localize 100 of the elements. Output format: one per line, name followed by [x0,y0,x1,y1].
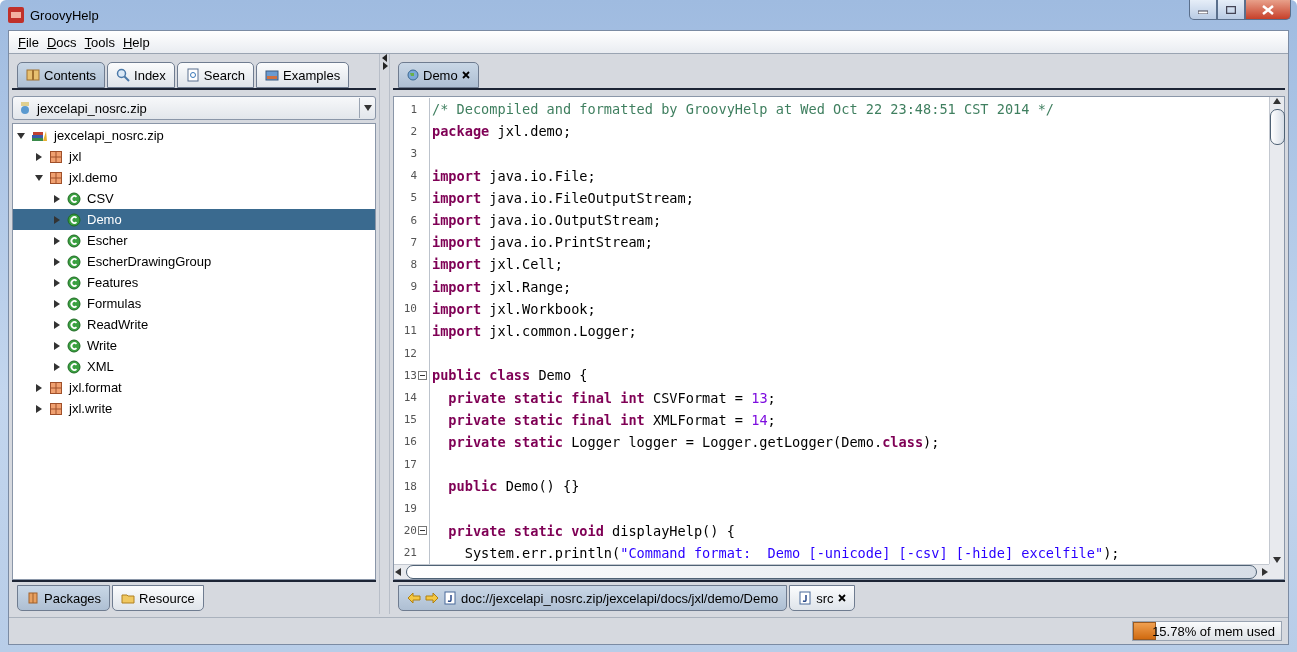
collapsed-arrow-icon[interactable] [53,278,61,287]
tree-item-label: jxl.format [69,380,122,395]
tree-item-label: EscherDrawingGroup [87,254,212,269]
line-number: 6 [410,213,417,227]
tab[interactable]: src [789,585,855,611]
maximize-icon [1226,5,1236,14]
code-line: import jxl.Cell; [431,256,563,273]
code-line: import jxl.common.Logger; [431,322,637,339]
scroll-left-arrow-icon[interactable] [394,568,402,576]
tree-item[interactable]: Formulas [13,293,375,314]
code-line: /* Decompiled and formatted by GroovyHelp at Wed Oct 22 23:48:51 CST 2014 */ [431,101,1054,118]
tab[interactable]: Resource [112,585,204,611]
java-file-icon [443,591,457,605]
expanded-arrow-icon[interactable] [17,131,25,140]
close-icon[interactable] [837,594,846,602]
collapsed-arrow-icon[interactable] [35,383,43,392]
tree-item[interactable]: Demo [13,209,375,230]
tree-item[interactable]: ReadWrite [13,314,375,335]
line-number: 12 [403,346,417,360]
code-line: private static Logger logger = Logger.getLogger(Demo.class); [447,433,940,450]
tree-item[interactable]: Features [13,272,375,293]
line-number: 14 [403,391,417,405]
line-number: 15 [403,413,417,427]
close-icon [1262,4,1274,15]
scroll-thumb[interactable] [1269,109,1285,145]
collapsed-arrow-icon[interactable] [53,362,61,371]
tree-item[interactable]: XML [13,356,375,377]
scroll-down-arrow-icon[interactable] [1273,556,1281,564]
scroll-up-arrow-icon[interactable] [1273,97,1281,105]
scroll-right-arrow-icon[interactable] [1261,568,1269,576]
tab[interactable]: Index [107,62,175,88]
class-icon [67,317,81,332]
menu-item[interactable]: File [18,34,39,50]
tree-item-label: Features [87,275,139,290]
close-icon[interactable] [461,71,470,79]
app-logo-icon [8,7,24,23]
class-icon [67,296,81,311]
line-number: 18 [403,479,417,493]
tree-item[interactable]: Escher [13,230,375,251]
collapsed-arrow-icon[interactable] [53,236,61,245]
package-icon [49,170,63,185]
tree-item-label: jexcelapi_nosrc.zip [54,128,164,143]
tab[interactable]: Examples [256,62,350,88]
window-title: GroovyHelp [30,7,99,23]
package-icon [49,149,63,164]
fold-icon[interactable] [418,526,427,536]
tree-item[interactable]: jxl.write [13,398,375,419]
tree-item[interactable]: jxl [13,146,375,167]
close-button[interactable] [1245,0,1291,20]
code-line: import java.io.File; [431,167,596,184]
code-line: public Demo() {} [447,478,580,495]
search-icon [116,68,131,82]
menu-item[interactable]: Tools [84,34,115,50]
tree-item[interactable]: CSV [13,188,375,209]
package-icon [26,591,40,605]
tree-item[interactable]: Write [13,335,375,356]
collapse-left-arrow-icon[interactable] [381,54,388,62]
tree-item[interactable]: jxl.format [13,377,375,398]
code-line: import java.io.FileOutputStream; [431,189,694,206]
collapsed-arrow-icon[interactable] [53,320,61,329]
tree-item[interactable]: EscherDrawingGroup [13,251,375,272]
line-number: 4 [410,169,417,183]
line-number: 17 [403,457,417,471]
expand-right-arrow-icon[interactable] [381,62,388,70]
dropdown-arrow-icon [363,105,372,111]
collapsed-arrow-icon[interactable] [35,404,43,413]
class-icon [67,338,81,353]
vertical-scrollbar[interactable] [1269,97,1284,564]
line-number: 16 [403,435,417,449]
collapsed-arrow-icon[interactable] [35,152,43,161]
tab[interactable]: Demo [398,62,479,88]
line-number: 3 [410,146,417,160]
archive-dropdown[interactable]: jexcelapi_nosrc.zip [12,96,376,120]
menu-item[interactable]: Help [122,34,150,50]
code-line: import java.io.OutputStream; [431,212,662,229]
line-number: 21 [403,546,417,560]
line-number: 7 [410,235,417,249]
collapsed-arrow-icon[interactable] [53,299,61,308]
tab[interactable]: Search [176,62,255,88]
menu-item[interactable]: Docs [46,34,77,50]
tree-item-label: XML [87,359,114,374]
expanded-arrow-icon[interactable] [35,173,43,182]
class-icon [67,212,81,227]
class-icon [67,359,81,374]
code-editor[interactable] [393,96,1285,580]
class-icon [67,254,81,269]
minimize-button[interactable] [1189,0,1217,20]
class-icon [67,275,81,290]
tree-item[interactable]: jexcelapi_nosrc.zip [13,125,375,146]
code-line: System.err.println("Command format: Demo [-unicode] [-csv] [-hide] excelfile"); [463,544,1120,561]
tab[interactable]: Packages [17,585,111,611]
tree-item[interactable]: jxl.demo [13,167,375,188]
collapsed-arrow-icon[interactable] [53,257,61,266]
collapsed-arrow-icon[interactable] [53,341,61,350]
line-number: 19 [403,501,417,515]
collapsed-arrow-icon[interactable] [53,194,61,203]
tab[interactable]: Contents [17,62,106,88]
fold-icon[interactable] [418,370,427,380]
maximize-button[interactable] [1217,0,1245,20]
book-icon [26,68,40,82]
